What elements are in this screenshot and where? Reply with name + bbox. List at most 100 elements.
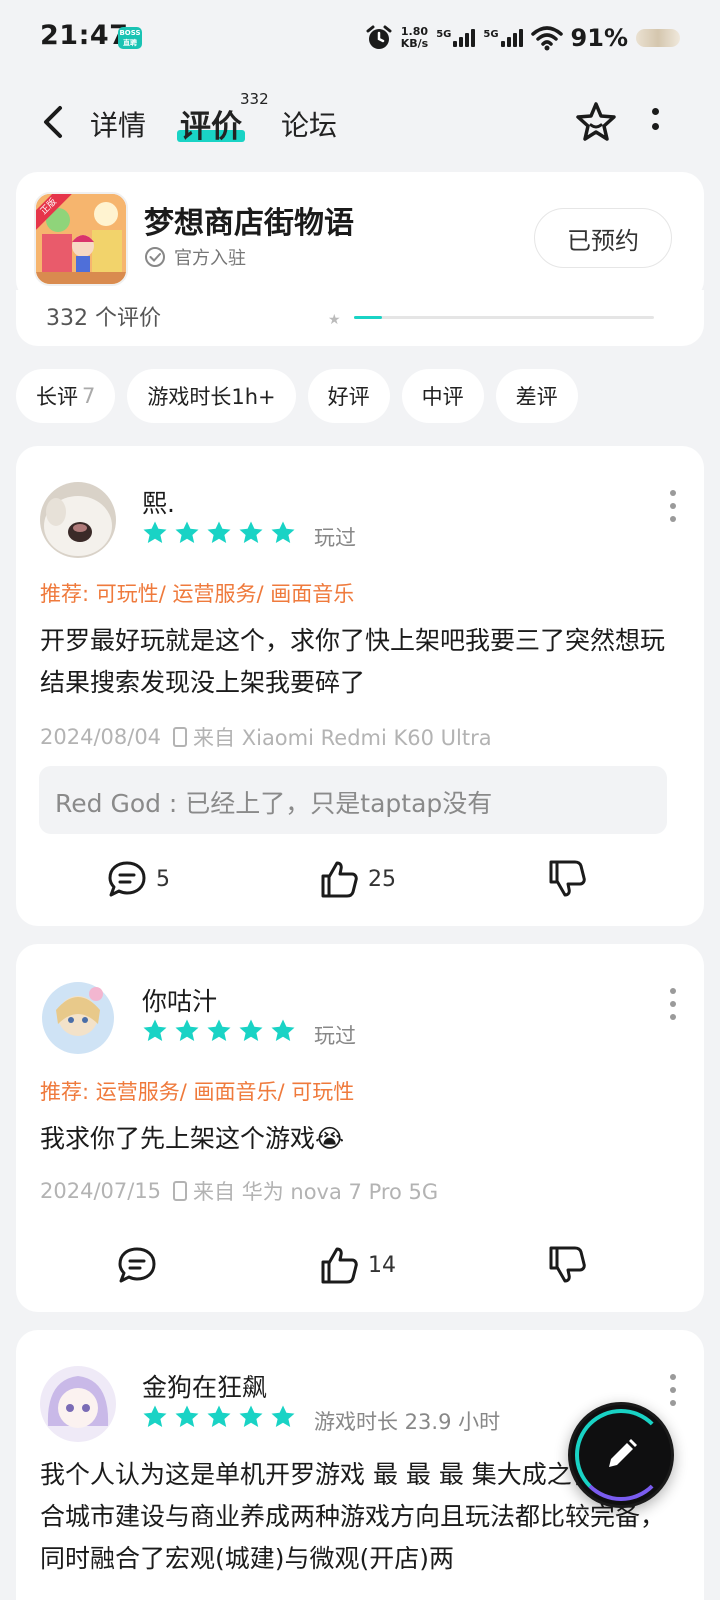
reserved-button[interactable]: 已预约 bbox=[534, 208, 672, 268]
like-button[interactable]: 25 bbox=[318, 858, 396, 900]
game-header-card[interactable]: 正版 梦想商店街物语 官方入驻 已预约 bbox=[16, 172, 704, 302]
battery-icon bbox=[636, 29, 680, 47]
star-icon bbox=[271, 1019, 295, 1041]
star-icon bbox=[271, 521, 295, 543]
battery-percent: 91% bbox=[570, 24, 628, 52]
chip-label: 长评 bbox=[36, 385, 78, 409]
comment-icon bbox=[118, 1247, 156, 1283]
phone-icon bbox=[173, 727, 188, 747]
alarm-icon bbox=[366, 25, 392, 49]
reviews-count-badge: 332 bbox=[240, 90, 269, 108]
filter-playtime[interactable]: 游戏时长1h+ bbox=[127, 369, 296, 423]
reply-preview[interactable]: Red God : 已经上了，只是taptap没有 bbox=[39, 766, 667, 834]
signal-bars-icon bbox=[453, 29, 476, 47]
dislike-button[interactable] bbox=[546, 1244, 588, 1286]
review-date: 2024/08/04 bbox=[40, 725, 162, 749]
back-arrow-icon[interactable] bbox=[38, 102, 74, 142]
review-username[interactable]: 熙. bbox=[142, 484, 175, 520]
star-icon bbox=[207, 521, 231, 543]
thumbs-down-icon bbox=[549, 860, 586, 897]
filter-neutral[interactable]: 中评 bbox=[401, 369, 484, 423]
avatar-image bbox=[40, 1366, 116, 1442]
chip-count: 7 bbox=[82, 384, 96, 408]
network-speed: 1.80 KB/s bbox=[401, 26, 428, 50]
review-meta: 2024/07/15 来自 华为 nova 7 Pro 5G bbox=[40, 1176, 438, 1206]
signal-2-label: 5G bbox=[483, 29, 499, 40]
chip-label: 游戏时长1h+ bbox=[147, 385, 276, 409]
star-icon bbox=[175, 1019, 199, 1041]
filter-positive[interactable]: 好评 bbox=[307, 369, 390, 423]
review-more-icon[interactable] bbox=[668, 988, 678, 1027]
official-badge: 官方入驻 bbox=[144, 244, 246, 270]
avatar[interactable] bbox=[40, 1366, 116, 1442]
signal-bars-icon bbox=[500, 29, 523, 47]
official-label: 官方入驻 bbox=[174, 248, 246, 269]
filter-long-review[interactable]: 长评 7 bbox=[16, 369, 116, 423]
comment-button[interactable] bbox=[116, 1244, 166, 1286]
rating-count: 332 个评价 bbox=[46, 306, 161, 331]
review-username[interactable]: 你咕汁 bbox=[142, 982, 217, 1018]
play-status: 玩过 bbox=[314, 1024, 356, 1048]
recommend-tags: 推荐: 可玩性/ 运营服务/ 画面音乐 bbox=[40, 582, 355, 606]
like-count: 25 bbox=[368, 866, 396, 892]
game-icon[interactable]: 正版 bbox=[34, 192, 128, 286]
review-card[interactable]: 你咕汁 玩过 推荐: 运营服务/ 画面音乐/ 可玩性 我求你了先上架这个游戏😭 … bbox=[16, 944, 704, 1312]
wifi-icon bbox=[530, 26, 563, 51]
star-icon bbox=[143, 521, 167, 543]
thumbs-up-icon bbox=[321, 861, 358, 898]
chip-label: 好评 bbox=[327, 385, 370, 409]
comment-button[interactable]: 5 bbox=[106, 858, 170, 900]
dislike-button[interactable] bbox=[546, 858, 588, 900]
star-icon bbox=[239, 521, 263, 543]
star-rating bbox=[142, 520, 296, 546]
tab-reviews[interactable]: 评价 bbox=[180, 101, 242, 146]
phone-icon bbox=[173, 1181, 188, 1201]
thumbs-up-icon bbox=[321, 1247, 358, 1284]
tab-forum[interactable]: 论坛 bbox=[281, 104, 337, 144]
comment-count: 5 bbox=[156, 866, 170, 892]
more-options-icon[interactable] bbox=[650, 108, 660, 140]
check-circle-icon bbox=[145, 247, 165, 267]
play-status: 游戏时长 23.9 小时 bbox=[314, 1410, 501, 1434]
review-text[interactable]: 我求你了先上架这个游戏😭 bbox=[40, 1118, 670, 1160]
rating-bar bbox=[354, 316, 654, 319]
filter-negative[interactable]: 差评 bbox=[495, 369, 578, 423]
signal-2: 5G bbox=[483, 29, 523, 47]
chip-label: 中评 bbox=[421, 385, 464, 409]
star-rating bbox=[142, 1404, 296, 1430]
tab-details[interactable]: 详情 bbox=[90, 104, 146, 144]
thumbs-down-icon bbox=[549, 1246, 586, 1283]
signal-1: 5G bbox=[436, 29, 476, 47]
avatar-image bbox=[40, 482, 116, 558]
review-actions: 5 25 bbox=[16, 858, 704, 908]
status-time: 21:47 bbox=[40, 20, 129, 51]
avatar-image bbox=[40, 980, 116, 1056]
star-icon bbox=[143, 1405, 167, 1427]
chip-label: 差评 bbox=[515, 385, 558, 409]
signal-1-label: 5G bbox=[436, 29, 452, 40]
avatar[interactable] bbox=[40, 482, 116, 558]
review-text[interactable]: 开罗最好玩就是这个，求你了快上架吧我要三了突然想玩结果搜索发现没上架我要碎了 bbox=[40, 620, 670, 704]
review-more-icon[interactable] bbox=[668, 1374, 678, 1413]
play-status: 玩过 bbox=[314, 526, 356, 550]
review-username[interactable]: 金狗在狂飙 bbox=[142, 1368, 267, 1404]
favorite-star-icon[interactable] bbox=[574, 100, 618, 144]
star-icon bbox=[207, 1405, 231, 1427]
comment-icon bbox=[108, 861, 146, 897]
recommend-tags: 推荐: 运营服务/ 画面音乐/ 可玩性 bbox=[40, 1080, 355, 1104]
status-icons: 1.80 KB/s 5G 5G 91% bbox=[365, 20, 680, 56]
speed-unit: KB/s bbox=[400, 37, 429, 50]
review-card[interactable]: 熙. 玩过 推荐: 可玩性/ 运营服务/ 画面音乐 开罗最好玩就是这个，求你了快… bbox=[16, 446, 704, 926]
star-rating bbox=[142, 1018, 296, 1044]
star-icon bbox=[143, 1019, 167, 1041]
star-icon bbox=[239, 1019, 263, 1041]
pencil-icon bbox=[609, 1439, 637, 1467]
status-bar: 21:47 BOSS 直聘 1.80 KB/s 5G 5G 91% bbox=[0, 0, 720, 78]
review-more-icon[interactable] bbox=[668, 490, 678, 529]
like-count: 14 bbox=[368, 1252, 396, 1278]
review-date: 2024/07/15 bbox=[40, 1179, 162, 1203]
write-review-button[interactable] bbox=[568, 1402, 674, 1508]
avatar[interactable] bbox=[40, 980, 116, 1056]
review-device: 来自 Xiaomi Redmi K60 Ultra bbox=[193, 726, 492, 750]
like-button[interactable]: 14 bbox=[318, 1244, 396, 1286]
